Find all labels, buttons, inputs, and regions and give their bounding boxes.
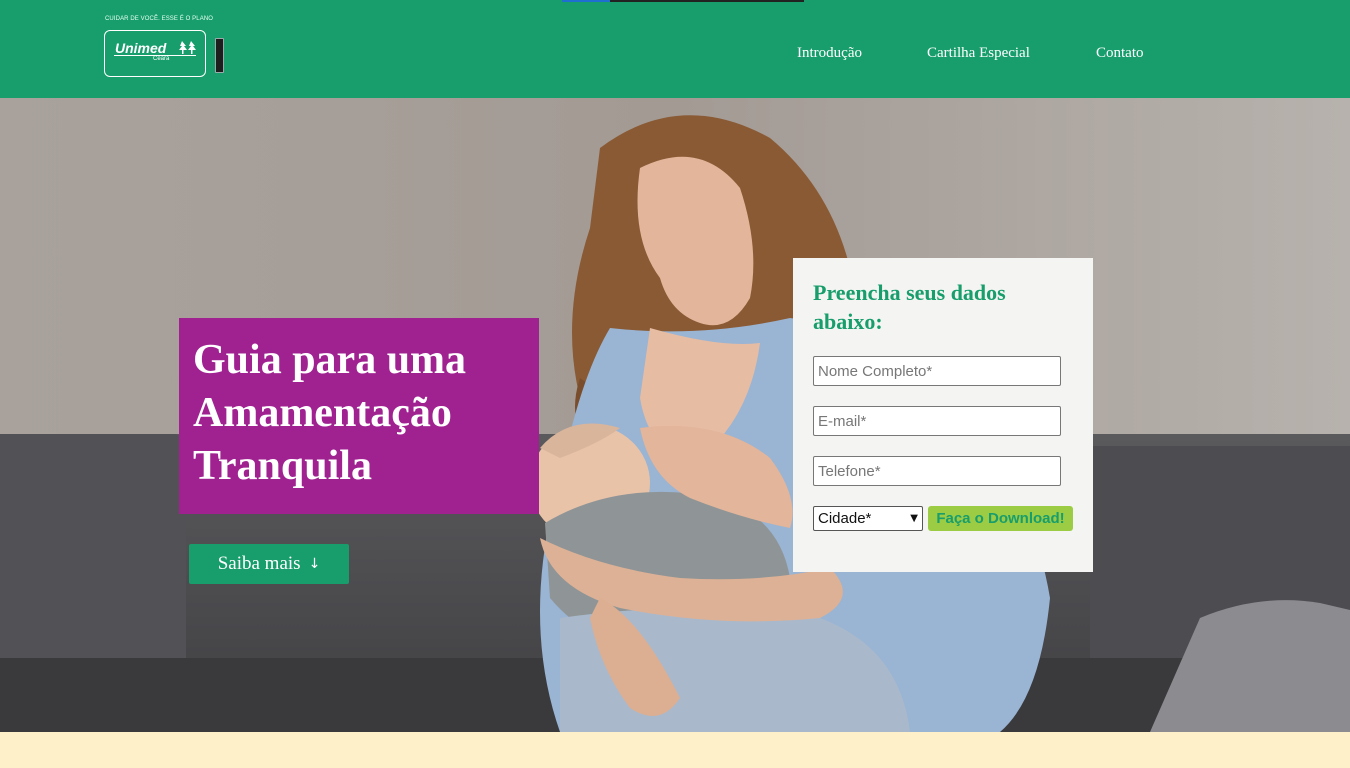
hero-section: Guia para uma Amamentação Tranquila Saib… [0,98,1350,732]
hero-title: Guia para uma Amamentação Tranquila [193,337,467,489]
chevron-down-icon: ▼ [910,513,918,524]
name-field[interactable] [813,356,1061,386]
logo-region: Ceará [153,56,170,62]
site-header: CUIDAR DE VOCÊ. ESSE É O PLANO Unimed Ce… [0,0,1350,98]
saiba-mais-button[interactable]: Saiba mais ↓ [189,544,349,584]
city-select-value: Cidade* [818,510,872,527]
lead-form: Preencha seus dados abaixo: Cidade* ▼ Fa… [793,258,1093,572]
nav-contato[interactable]: Contato [1096,45,1144,62]
hero-title-box: Guia para uma Amamentação Tranquila [179,318,539,514]
tree-icon [179,41,196,54]
unimed-logo[interactable]: Unimed Ceará [104,30,206,77]
arrow-down-icon: ↓ [308,556,321,572]
city-select[interactable]: Cidade* ▼ [813,506,923,531]
form-title: Preencha seus dados abaixo: [813,280,1006,334]
logo-name: Unimed [115,40,167,56]
nav-cartilha-especial[interactable]: Cartilha Especial [927,45,1030,62]
nav-introducao[interactable]: Introdução [797,45,862,62]
top-accent-bar [562,0,804,2]
download-button[interactable]: Faça o Download! [928,506,1073,531]
seal-icon [215,38,224,73]
logo-tagline: CUIDAR DE VOCÊ. ESSE É O PLANO [105,16,214,22]
next-section-strip [0,732,1350,768]
email-field[interactable] [813,406,1061,436]
saiba-mais-label: Saiba mais [217,553,301,574]
phone-field[interactable] [813,456,1061,486]
